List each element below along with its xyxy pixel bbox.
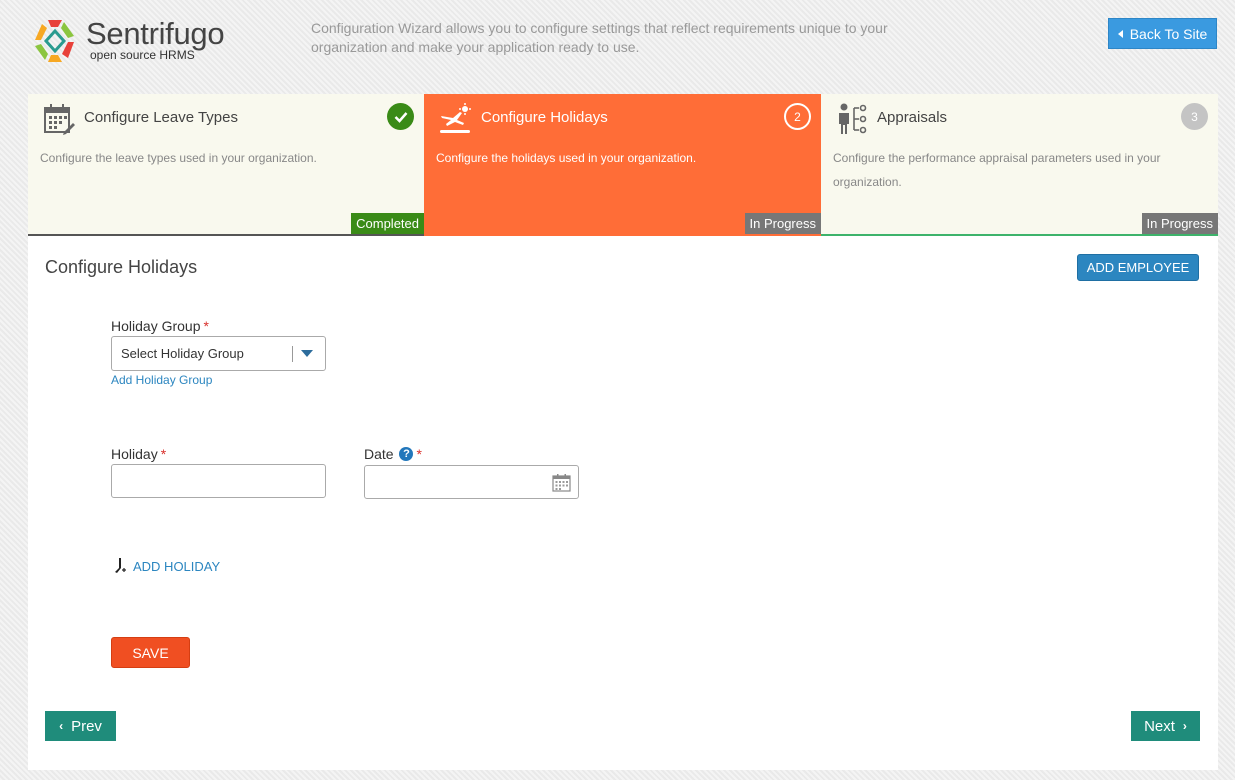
holiday-group-select[interactable]: Select Holiday Group xyxy=(111,336,326,371)
add-row-icon xyxy=(115,558,126,573)
caret-left-icon xyxy=(1117,29,1123,38)
step-title: Appraisals xyxy=(877,109,948,126)
calendar-edit-icon xyxy=(44,104,75,135)
status-badge: Completed xyxy=(351,213,424,234)
wizard-steps: Configure Leave Types Configure the leav… xyxy=(28,94,1218,236)
step-holidays[interactable]: Configure Holidays Configure the holiday… xyxy=(424,94,821,236)
help-icon[interactable]: ? xyxy=(399,447,414,461)
holiday-plane-icon xyxy=(440,103,471,133)
step-description: Configure the holidays used in your orga… xyxy=(436,151,697,165)
holiday-label: Holiday * xyxy=(111,446,166,462)
date-label-text: Date xyxy=(364,446,394,462)
date-input[interactable] xyxy=(364,465,579,499)
add-holiday-group-link[interactable]: Add Holiday Group xyxy=(111,373,212,387)
step-number-badge: 3 xyxy=(1181,103,1208,130)
required-mark: * xyxy=(160,446,167,462)
add-holiday-link[interactable]: ADD HOLIDAY xyxy=(113,556,220,576)
select-divider xyxy=(292,346,293,362)
chevron-down-icon xyxy=(301,350,313,357)
calendar-icon[interactable] xyxy=(552,473,571,492)
holiday-group-select-value: Select Holiday Group xyxy=(121,346,244,361)
status-badge: In Progress xyxy=(1141,213,1218,234)
next-label: Next xyxy=(1144,717,1175,735)
next-button[interactable]: Next › xyxy=(1131,711,1200,741)
add-holiday-label: ADD HOLIDAY xyxy=(133,558,221,574)
appraisal-people-icon xyxy=(839,103,867,134)
step-title: Configure Holidays xyxy=(481,109,608,126)
check-icon xyxy=(387,103,414,130)
logo[interactable]: Sentrifugo open source HRMS xyxy=(30,14,245,66)
sentrifugo-logo-icon xyxy=(35,20,74,62)
step-appraisals[interactable]: Appraisals Configure the performance app… xyxy=(821,94,1218,236)
back-to-site-label: Back To Site xyxy=(1129,25,1208,42)
required-mark: * xyxy=(416,446,422,462)
holiday-input[interactable] xyxy=(111,464,326,498)
step-description: Configure the performance appraisal para… xyxy=(833,151,1161,189)
required-mark: * xyxy=(203,318,209,334)
save-button[interactable]: SAVE xyxy=(111,637,190,668)
step-number-badge: 2 xyxy=(784,103,811,130)
chevron-left-icon: ‹ xyxy=(59,719,64,733)
prev-label: Prev xyxy=(71,717,102,735)
holiday-group-label-text: Holiday Group xyxy=(111,318,201,334)
main-panel: Configure Holidays ADD EMPLOYEE Holiday … xyxy=(28,236,1218,770)
step-description: Configure the leave types used in your o… xyxy=(40,151,317,165)
date-label: Date ? * xyxy=(364,446,422,462)
logo-subtitle: open source HRMS xyxy=(90,48,195,62)
step-title: Configure Leave Types xyxy=(84,109,238,126)
wizard-description: Configuration Wizard allows you to confi… xyxy=(311,20,888,55)
logo-name: Sentrifugo xyxy=(86,16,225,51)
status-badge: In Progress xyxy=(744,213,821,234)
add-employee-button[interactable]: ADD EMPLOYEE xyxy=(1077,254,1199,281)
back-to-site-button[interactable]: Back To Site xyxy=(1108,18,1217,49)
chevron-right-icon: › xyxy=(1182,719,1187,733)
holiday-label-text: Holiday xyxy=(111,446,158,462)
step-leave-types[interactable]: Configure Leave Types Configure the leav… xyxy=(28,94,424,236)
page-title: Configure Holidays xyxy=(45,257,198,277)
prev-button[interactable]: ‹ Prev xyxy=(45,711,116,741)
holiday-group-label: Holiday Group * xyxy=(111,318,209,334)
